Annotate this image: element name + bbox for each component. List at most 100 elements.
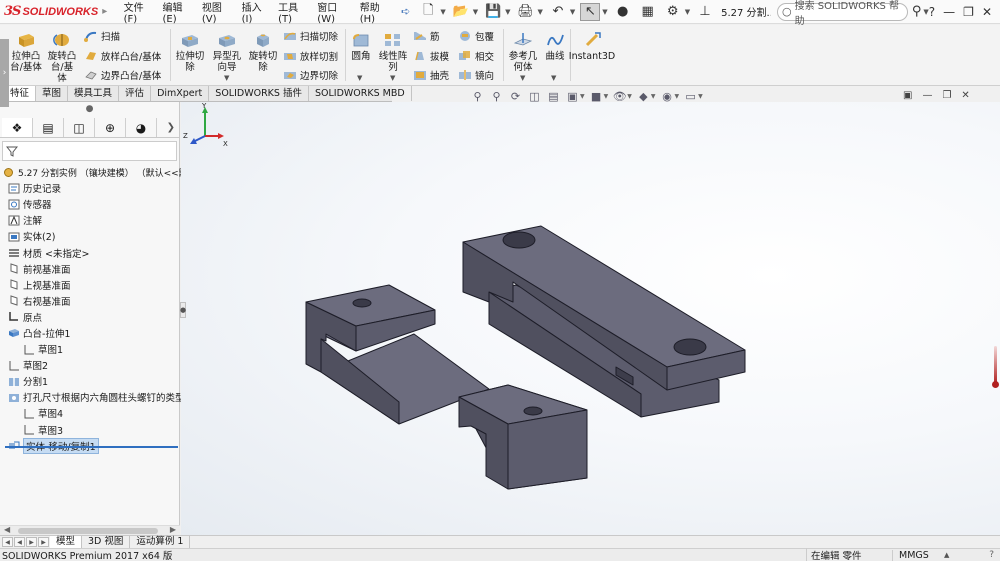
feature-manager-tab-icon[interactable]: ❖: [2, 118, 33, 137]
rib-button[interactable]: 筋: [413, 29, 440, 43]
chevron-down-icon[interactable]: ▼: [551, 74, 556, 82]
help-icon[interactable]: ?: [929, 5, 935, 19]
open-folder-icon[interactable]: 📂: [451, 3, 471, 21]
tree-item-history[interactable]: 历史记录: [0, 180, 179, 196]
tree-item-boss-extrude1[interactable]: 凸台-拉伸1: [0, 325, 179, 341]
panel-splitter-handle[interactable]: ●: [180, 302, 186, 318]
graphics-area[interactable]: Y X Z: [181, 102, 1000, 535]
tab-dimxpert[interactable]: DimXpert: [151, 86, 210, 101]
reference-geometry-button[interactable]: 参考几何体: [506, 31, 540, 73]
ribbon-collapse-handle[interactable]: ›: [0, 39, 9, 107]
tree-item-sensors[interactable]: 传感器: [0, 196, 179, 212]
tree-root-part[interactable]: 5.27 分割实例 （镶块建模） （默认<<默认>: [0, 164, 204, 180]
first-tab-icon[interactable]: ◀: [2, 537, 13, 547]
previous-view-icon[interactable]: ⟳: [508, 90, 523, 103]
revolve-cut-button[interactable]: 旋转切除: [245, 31, 281, 73]
next-tab-icon[interactable]: ▶: [26, 537, 37, 547]
tree-item-annotations[interactable]: 注解: [0, 212, 179, 228]
extrude-cut-button[interactable]: 拉伸切除: [172, 31, 208, 73]
zoom-to-fit-icon[interactable]: ⚲: [470, 90, 485, 103]
chevron-down-icon[interactable]: ▼: [675, 93, 680, 100]
mirror-button[interactable]: 镜向: [458, 68, 494, 82]
chevron-down-icon[interactable]: ▼: [570, 8, 575, 16]
menu-view[interactable]: 视图(V): [197, 0, 237, 25]
tree-item-sketch3[interactable]: 草图3: [0, 422, 179, 438]
status-help-icon[interactable]: ?: [989, 550, 1000, 560]
close-icon[interactable]: ✕: [982, 5, 992, 19]
menu-help[interactable]: 帮助(H): [355, 0, 395, 25]
tree-item-right-plane[interactable]: 右视基准面: [0, 293, 179, 309]
shell-button[interactable]: 抽壳: [413, 68, 449, 82]
chevron-down-icon[interactable]: ▼: [224, 74, 229, 82]
chevron-down-icon[interactable]: ▼: [651, 93, 656, 100]
chevron-right-icon[interactable]: ▶: [170, 525, 176, 534]
view-settings-monitor-icon[interactable]: ▭: [683, 90, 698, 103]
chevron-down-icon[interactable]: ▼: [602, 8, 607, 16]
revolve-boss-button[interactable]: 旋转凸台/基体: [44, 31, 80, 84]
new-document-icon[interactable]: 🗋: [418, 3, 438, 21]
panel-resize-dot[interactable]: ●: [0, 102, 179, 118]
tab-evaluate[interactable]: 评估: [119, 86, 152, 101]
intersect-button[interactable]: 相交: [458, 49, 494, 63]
chevron-down-icon[interactable]: ▼: [685, 8, 690, 16]
chevron-up-icon[interactable]: ▲: [944, 551, 949, 559]
chevron-down-icon[interactable]: ▼: [698, 93, 703, 100]
solidworks-logo[interactable]: 3S SOLIDWORKS ▸: [0, 4, 115, 19]
configuration-manager-tab-icon[interactable]: ◫: [64, 118, 95, 137]
chevron-left-icon[interactable]: ◀: [4, 525, 10, 534]
dynamic-annotation-icon[interactable]: ▤: [546, 90, 561, 103]
boundary-cut-button[interactable]: 边界切除: [283, 68, 338, 82]
unit-system-selector[interactable]: MMGS: [892, 549, 952, 561]
chevron-down-icon[interactable]: ▼: [357, 74, 362, 82]
menu-tools[interactable]: 工具(T): [273, 0, 312, 25]
undo-icon[interactable]: ↶: [548, 3, 568, 21]
loft-boss-button[interactable]: 放样凸台/基体: [84, 49, 161, 63]
instant3d-button[interactable]: Instant3D: [569, 31, 615, 62]
rollback-bar[interactable]: [5, 446, 178, 448]
chevron-down-icon[interactable]: ▼: [580, 93, 585, 100]
linear-pattern-button[interactable]: 线性阵列: [375, 31, 411, 73]
tree-item-sketch2[interactable]: 草图2: [0, 357, 179, 373]
tab-motion-study-1[interactable]: 运动算例 1: [130, 536, 191, 548]
tree-item-hole-wizard[interactable]: 打孔尺寸根据内六角圆柱头螺钉的类型1: [0, 389, 191, 405]
wrap-button[interactable]: 包覆: [458, 29, 494, 43]
last-tab-icon[interactable]: ▶: [38, 537, 49, 547]
extrude-boss-button[interactable]: 拉伸凸台/基体: [8, 31, 44, 73]
hole-wizard-button[interactable]: 异型孔向导: [209, 31, 245, 73]
chevron-right-icon[interactable]: ❯: [167, 122, 175, 133]
property-manager-tab-icon[interactable]: ▤: [33, 118, 64, 137]
sweep-button[interactable]: 扫描: [84, 29, 120, 43]
tree-item-front-plane[interactable]: 前视基准面: [0, 261, 179, 277]
tree-item-material[interactable]: 材质 <未指定>: [0, 244, 179, 260]
chevron-down-icon[interactable]: ▼: [440, 8, 445, 16]
restore-icon[interactable]: ❐: [963, 5, 974, 19]
apply-scene-icon[interactable]: ◉: [660, 90, 675, 103]
section-view-icon[interactable]: ◫: [527, 90, 542, 103]
draft-button[interactable]: 拔模: [413, 49, 449, 63]
search-input[interactable]: ○ 搜索 SOLIDWORKS 帮助: [777, 1, 908, 27]
rebuild-traffic-light-icon[interactable]: ●: [613, 3, 633, 21]
chevron-down-icon[interactable]: ▼: [505, 8, 510, 16]
file-properties-icon[interactable]: ▦: [638, 3, 658, 21]
tab-solidworks-mbd[interactable]: SOLIDWORKS MBD: [309, 86, 412, 101]
tab-solidworks-addins[interactable]: SOLIDWORKS 插件: [209, 86, 309, 101]
options-gear-icon[interactable]: ⚙: [663, 3, 683, 21]
tree-item-split1[interactable]: 分割1: [0, 373, 179, 389]
save-icon[interactable]: 💾: [483, 3, 503, 21]
tree-item-sketch1[interactable]: 草图1: [0, 341, 179, 357]
minimize-icon[interactable]: —: [943, 5, 955, 19]
edit-appearance-icon[interactable]: ◆: [636, 90, 651, 103]
display-manager-tab-icon[interactable]: ◕: [126, 118, 157, 137]
tree-item-origin[interactable]: 原点: [0, 309, 179, 325]
tab-model[interactable]: 模型: [50, 536, 83, 548]
feature-tree-filter[interactable]: [2, 141, 177, 161]
scrollbar-thumb[interactable]: [18, 528, 158, 534]
viewport-restore-icon[interactable]: ❐: [942, 90, 951, 101]
pin-icon[interactable]: ➪: [401, 5, 410, 18]
dimxpert-manager-tab-icon[interactable]: ⊕: [95, 118, 126, 137]
swept-cut-button[interactable]: 扫描切除: [283, 29, 338, 43]
menu-insert[interactable]: 插入(I): [237, 0, 273, 25]
chevron-down-icon[interactable]: ▼: [538, 8, 543, 16]
menu-file[interactable]: 文件(F): [119, 0, 158, 25]
tree-horizontal-scrollbar[interactable]: ◀ ▶: [0, 525, 180, 535]
